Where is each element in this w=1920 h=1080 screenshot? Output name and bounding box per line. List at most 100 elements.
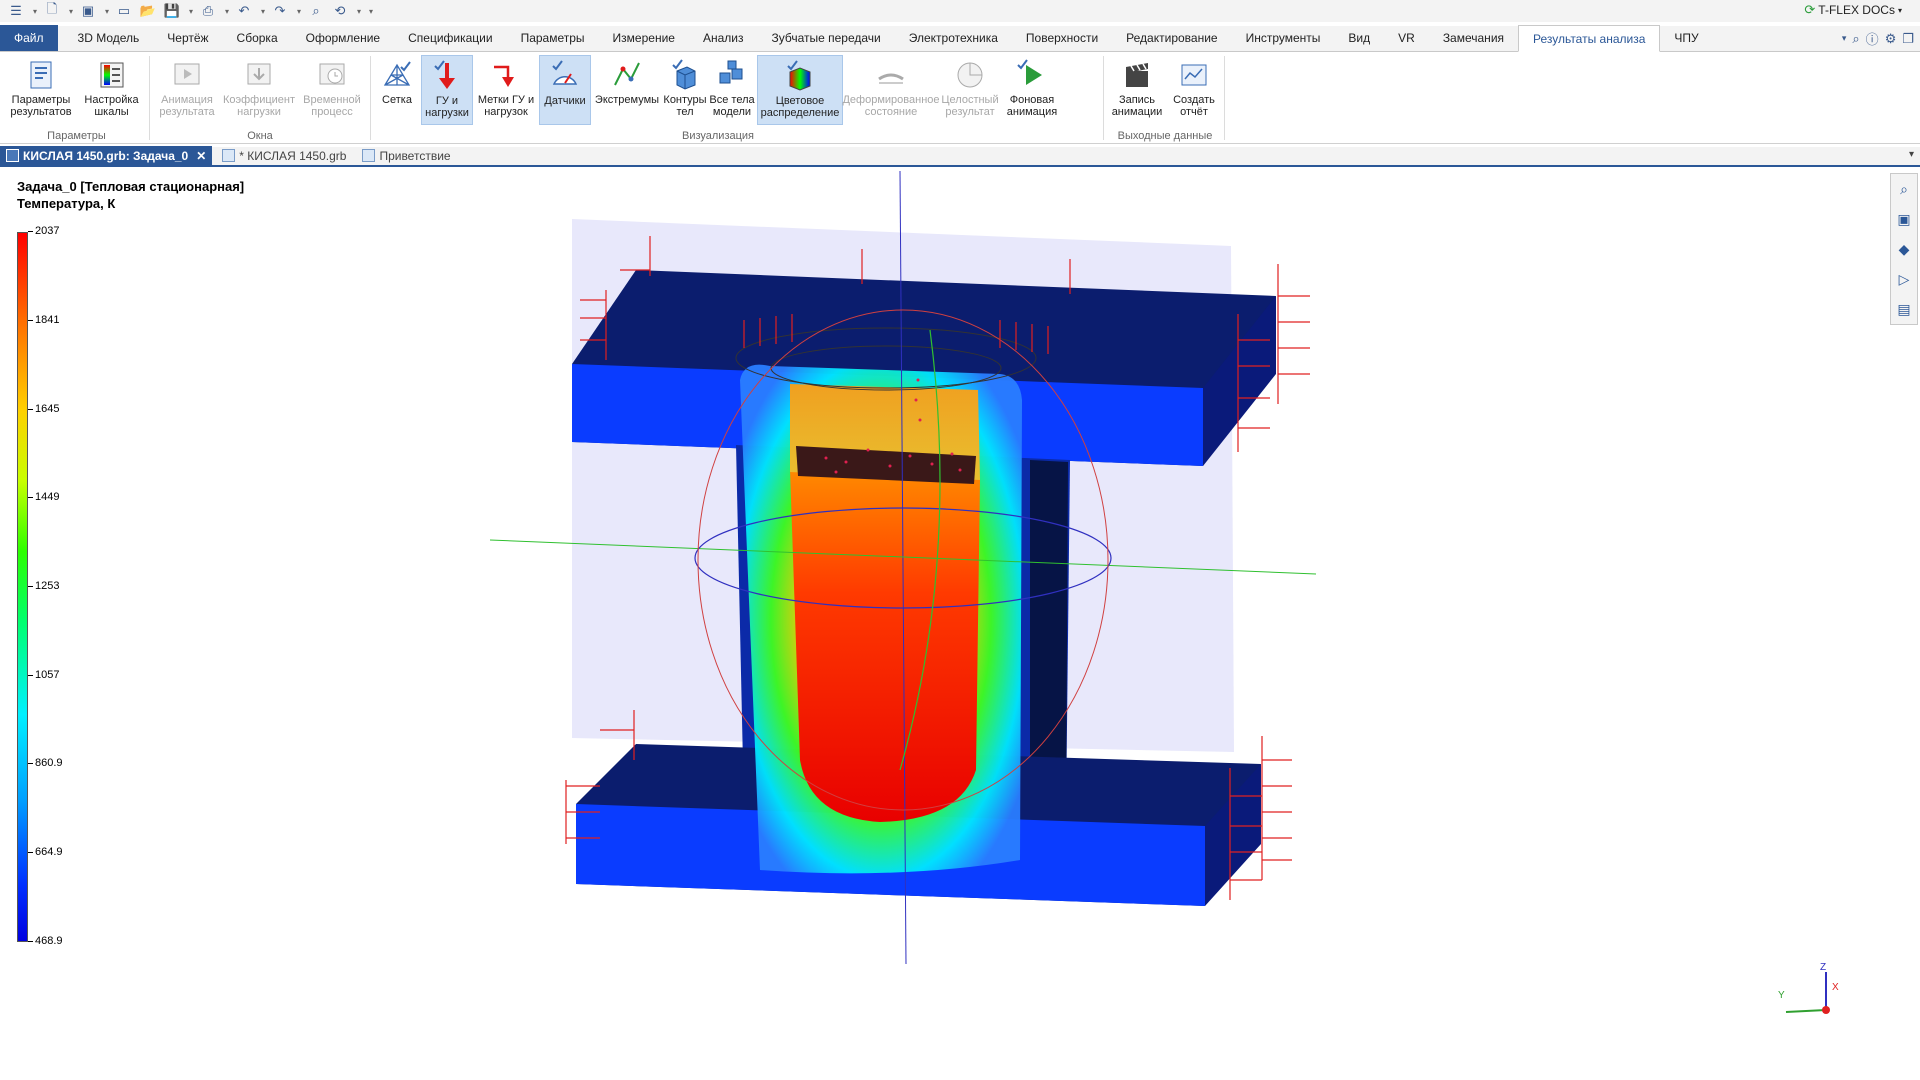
docs-button[interactable]: ⟳ T-FLEX DOCs ▾ bbox=[1804, 2, 1902, 18]
chevron-down-icon: ▾ bbox=[1897, 5, 1902, 15]
result-animation-button[interactable]: Анимация результата bbox=[154, 55, 220, 125]
tab-design[interactable]: Оформление bbox=[292, 25, 394, 51]
quick-access-toolbar: ☰ ▾ 🗋 ▾ ▣ ▾ ▭ 📂 💾 ▾ ⎙ ▾ ↶ ▾ ↷ ▾ ⌕ ⟲ ▾ ▾ … bbox=[0, 0, 1920, 22]
bc-marks-button[interactable]: Метки ГУ и нагрузок bbox=[475, 55, 537, 125]
layers-icon[interactable]: ▤ bbox=[1891, 294, 1917, 324]
tab-analysis[interactable]: Анализ bbox=[689, 25, 758, 51]
deformed-state-button[interactable]: Деформированное состояние bbox=[842, 55, 940, 125]
chevron-down-icon[interactable]: ▾ bbox=[30, 2, 40, 20]
print-icon[interactable]: ⎙ bbox=[198, 2, 218, 20]
all-bodies-button[interactable]: Все тела модели bbox=[709, 55, 755, 125]
group-output-title: Выходные данные bbox=[1117, 130, 1213, 142]
tab-cnc[interactable]: ЧПУ bbox=[1660, 25, 1712, 51]
tab-measure[interactable]: Измерение bbox=[599, 25, 689, 51]
scale-settings-button[interactable]: Настройка шкалы bbox=[79, 55, 144, 125]
bc-marks-label: Метки ГУ и нагрузок bbox=[477, 94, 535, 118]
mesh-label: Сетка bbox=[382, 94, 412, 106]
time-process-button[interactable]: Временной процесс bbox=[298, 55, 366, 125]
chevron-down-icon[interactable]: ▾ bbox=[258, 2, 268, 20]
body-contours-label: Контуры тел bbox=[663, 94, 707, 118]
search-icon[interactable]: ⌕ bbox=[1852, 31, 1859, 47]
tab-view[interactable]: Вид bbox=[1334, 25, 1384, 51]
tab-analysis-results[interactable]: Результаты анализа bbox=[1518, 25, 1661, 52]
create-report-button[interactable]: Создать отчёт bbox=[1166, 55, 1222, 125]
analysis-doc-icon bbox=[6, 149, 19, 162]
menu-icon[interactable]: ☰ bbox=[6, 2, 26, 20]
chevron-down-icon[interactable]: ▾ bbox=[66, 2, 76, 20]
3d-viewport[interactable]: Задача_0 [Тепловая стационарная] Темпера… bbox=[0, 169, 1920, 1080]
save-icon[interactable]: 💾 bbox=[162, 2, 182, 20]
ribbon: Параметры результатов Настройка шкалы Па… bbox=[0, 52, 1920, 144]
tab-file[interactable]: Файл bbox=[0, 25, 58, 51]
load-marks-icon bbox=[494, 65, 514, 87]
tab-tools[interactable]: Инструменты bbox=[1232, 25, 1335, 51]
tab-vr[interactable]: VR bbox=[1384, 25, 1429, 51]
tab-gears[interactable]: Зубчатые передачи bbox=[757, 25, 894, 51]
new-document-icon[interactable]: 🗋 bbox=[42, 1, 62, 20]
integral-result-label: Целостный результат bbox=[941, 94, 999, 118]
help-icon[interactable]: ⓘ bbox=[1866, 29, 1879, 48]
settings-icon[interactable]: ⚙ bbox=[1885, 31, 1897, 47]
chevron-down-icon[interactable]: ▾ bbox=[1909, 149, 1914, 160]
body-contours-button[interactable]: Контуры тел bbox=[663, 55, 707, 125]
tab-drawing[interactable]: Чертёж bbox=[153, 25, 222, 51]
deformed-state-label: Деформированное состояние bbox=[842, 94, 940, 118]
window-restore-icon[interactable]: ❐ bbox=[1902, 31, 1914, 47]
color-distribution-button[interactable]: Цветовое распределение bbox=[757, 55, 843, 125]
chevron-down-icon[interactable]: ▾ bbox=[1842, 33, 1847, 44]
result-params-icon bbox=[30, 61, 52, 89]
tab-parameters[interactable]: Параметры bbox=[507, 25, 599, 51]
chevron-down-icon[interactable]: ▾ bbox=[354, 2, 364, 20]
color-distribution-label: Цветовое распределение bbox=[760, 95, 840, 119]
close-icon[interactable]: ✕ bbox=[196, 149, 206, 163]
result-animation-label: Анимация результата bbox=[159, 94, 215, 118]
open-folder-icon[interactable]: 📂 bbox=[138, 2, 158, 20]
group-visualization-title: Визуализация bbox=[681, 130, 755, 142]
tab-surfaces[interactable]: Поверхности bbox=[1012, 25, 1112, 51]
camera-icon[interactable]: ▷ bbox=[1891, 264, 1917, 294]
sensors-button[interactable]: Датчики bbox=[539, 55, 591, 125]
customize-icon[interactable]: ▾ bbox=[366, 2, 376, 20]
redo-icon[interactable]: ↷ bbox=[270, 2, 290, 20]
integral-result-button[interactable]: Целостный результат bbox=[939, 55, 1001, 125]
chevron-down-icon[interactable]: ▾ bbox=[102, 2, 112, 20]
gauge-icon bbox=[552, 60, 578, 85]
load-coefficient-button[interactable]: Коэффициент нагрузки bbox=[220, 55, 298, 125]
result-params-label: Параметры результатов bbox=[10, 94, 72, 118]
sensors-label: Датчики bbox=[544, 95, 586, 107]
cube-icon[interactable]: ▣ bbox=[78, 2, 98, 20]
scale-settings-label: Настройка шкалы bbox=[84, 94, 139, 118]
doc-tab-model[interactable]: * КИСЛАЯ 1450.grb bbox=[216, 146, 352, 165]
tab-3d-model[interactable]: 3D Модель bbox=[64, 25, 154, 51]
bc-loads-button[interactable]: ГУ и нагрузки bbox=[421, 55, 473, 125]
clock-icon bbox=[319, 63, 345, 85]
chevron-down-icon[interactable]: ▾ bbox=[294, 2, 304, 20]
doc-tab-welcome[interactable]: Приветствие bbox=[356, 146, 456, 165]
integral-icon bbox=[957, 62, 983, 88]
tab-editing[interactable]: Редактирование bbox=[1112, 25, 1231, 51]
chevron-down-icon[interactable]: ▾ bbox=[186, 2, 196, 20]
cube-outline-icon bbox=[672, 59, 696, 90]
zoom-icon[interactable]: ⌕ bbox=[1891, 174, 1917, 204]
animation-icon bbox=[174, 63, 200, 85]
tab-remarks[interactable]: Замечания bbox=[1429, 25, 1518, 51]
shading-icon[interactable]: ◆ bbox=[1891, 234, 1917, 264]
cube-view-icon[interactable]: ▣ bbox=[1891, 204, 1917, 234]
record-animation-button[interactable]: Запись анимации bbox=[1108, 55, 1166, 125]
extremes-button[interactable]: Экстремумы bbox=[593, 55, 661, 125]
tab-specifications[interactable]: Спецификации bbox=[394, 25, 506, 51]
undo-icon[interactable]: ↶ bbox=[234, 2, 254, 20]
doc-tab-task[interactable]: КИСЛАЯ 1450.grb: Задача_0 ✕ bbox=[0, 146, 213, 165]
create-report-label: Создать отчёт bbox=[1173, 94, 1215, 118]
history-icon[interactable]: ⟲ bbox=[330, 2, 350, 20]
chevron-down-icon[interactable]: ▾ bbox=[222, 2, 232, 20]
bc-loads-label: ГУ и нагрузки bbox=[425, 95, 469, 119]
result-params-button[interactable]: Параметры результатов bbox=[6, 55, 76, 125]
tab-electrical[interactable]: Электротехника bbox=[895, 25, 1012, 51]
background-animation-button[interactable]: Фоновая анимация bbox=[1003, 55, 1061, 125]
record-animation-label: Запись анимации bbox=[1111, 94, 1163, 118]
tab-assembly[interactable]: Сборка bbox=[223, 25, 292, 51]
find-icon[interactable]: ⌕ bbox=[306, 2, 326, 20]
window-icon[interactable]: ▭ bbox=[114, 2, 134, 20]
mesh-button[interactable]: Сетка bbox=[375, 55, 419, 125]
